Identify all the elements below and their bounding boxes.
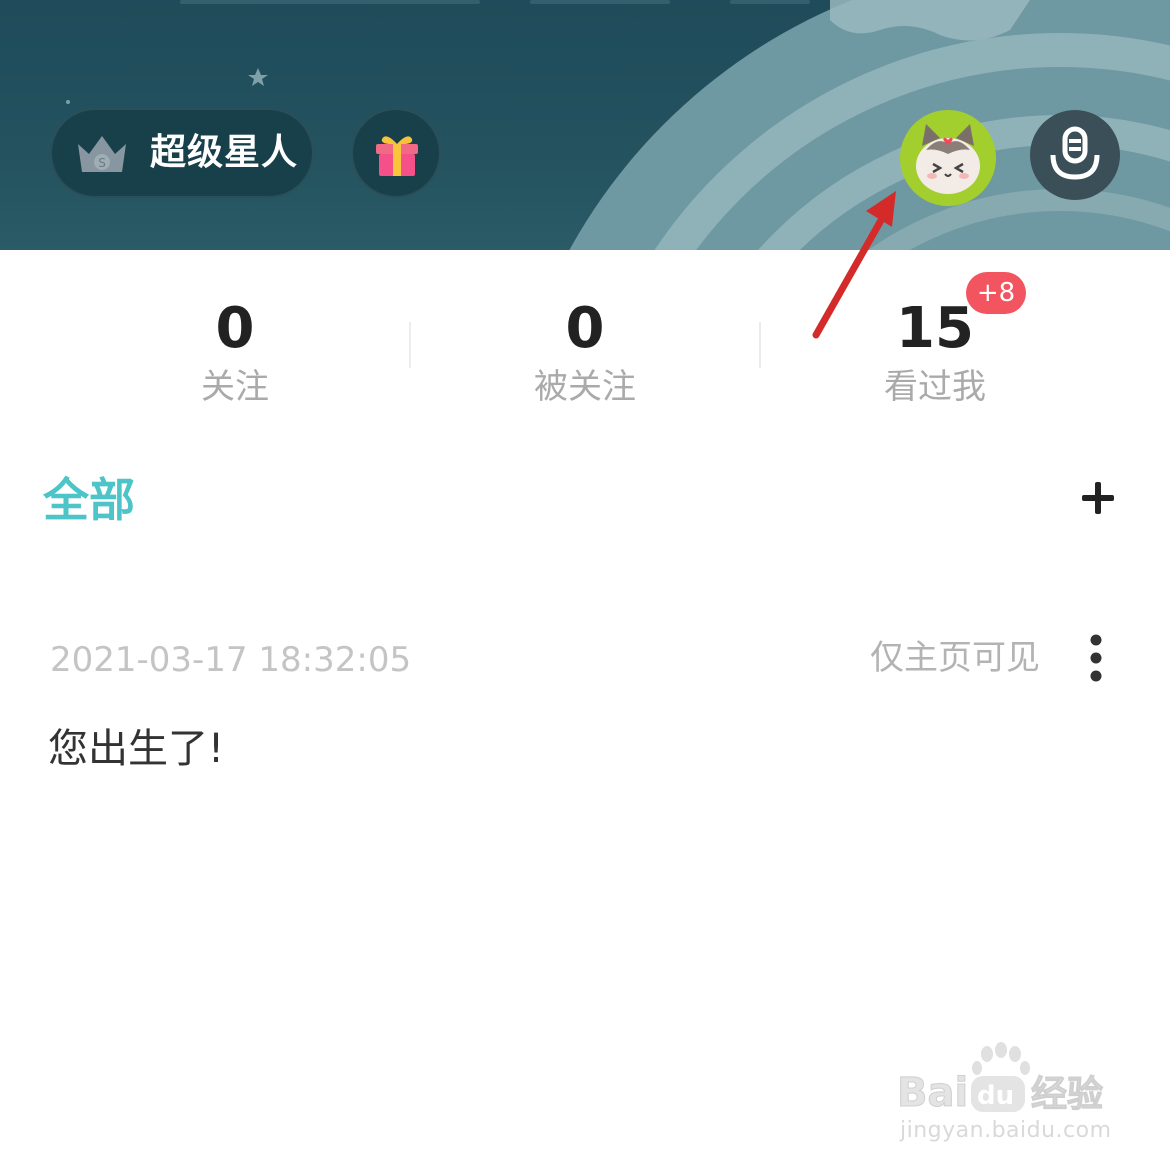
svg-text:经验: 经验: [1031, 1074, 1103, 1115]
svg-text:du: du: [977, 1081, 1014, 1111]
post-visibility-label: 仅主页可见: [870, 638, 1040, 678]
stat-following[interactable]: 0 关注: [85, 296, 385, 412]
following-label: 关注: [201, 367, 269, 407]
svg-text:S: S: [98, 156, 106, 170]
stat-followers[interactable]: 0 被关注: [435, 296, 735, 412]
watermark-url: jingyan.baidu.com: [900, 1118, 1112, 1143]
visitors-label: 看过我: [884, 367, 986, 407]
crown-icon: S: [78, 136, 126, 172]
tab-all[interactable]: 全部: [43, 470, 135, 530]
gift-button[interactable]: [351, 108, 441, 198]
gift-icon: [376, 136, 418, 176]
vip-level-label: 超级星人: [150, 132, 299, 173]
post-content: 您出生了!: [48, 726, 225, 772]
microphone-icon: [1050, 126, 1100, 180]
new-visitors-badge: +8: [966, 272, 1026, 314]
followers-count: 0: [565, 296, 605, 361]
followers-label: 被关注: [534, 367, 636, 407]
profile-banner: S 超级星人: [0, 0, 1170, 250]
cat-avatar-icon: [916, 124, 980, 194]
more-vertical-icon[interactable]: [1082, 632, 1110, 684]
vip-badge-button[interactable]: S 超级星人: [50, 108, 314, 198]
user-avatar[interactable]: [900, 110, 996, 206]
plus-icon[interactable]: [1078, 478, 1118, 518]
following-count: 0: [215, 296, 255, 361]
baidu-watermark-logo: Bai du 经验: [897, 1042, 1104, 1116]
voice-button[interactable]: [1030, 110, 1120, 200]
post-timestamp: 2021-03-17 18:32:05: [50, 640, 412, 680]
stat-divider: [409, 322, 411, 368]
stat-divider: [759, 322, 761, 368]
svg-text:Bai: Bai: [897, 1070, 968, 1116]
red-arrow-annotation: [812, 191, 896, 339]
